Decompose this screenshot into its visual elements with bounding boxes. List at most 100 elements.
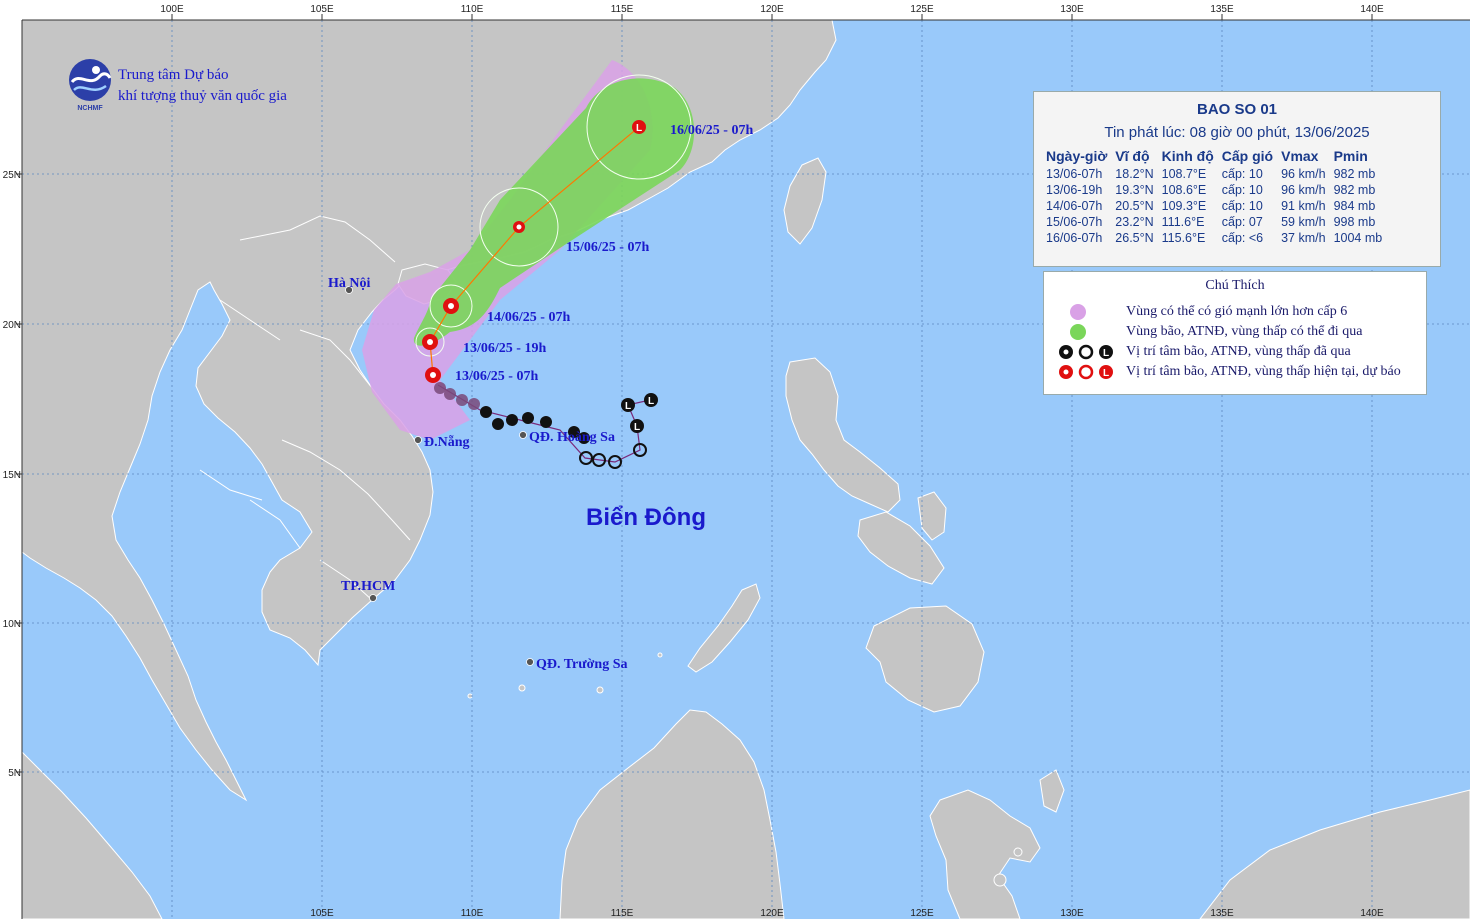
low-icon-forecast-3	[513, 221, 525, 233]
lon-label-top: 140E	[1360, 4, 1384, 15]
left-frame	[0, 0, 22, 919]
lon-label-top: 100E	[160, 4, 184, 15]
table-cell: 19.3°N	[1115, 183, 1154, 197]
col-header: Ngày-giờ	[1046, 148, 1108, 164]
lat-label: 10N	[3, 619, 21, 630]
place-label-truongsa: QĐ. Trường Sa	[536, 657, 628, 672]
lon-label-bottom: 110E	[461, 908, 484, 919]
map-legend: Chú Thích Vùng có thể có gió mạnh lớn hơ…	[1043, 271, 1427, 395]
storm-icon-current	[425, 367, 441, 383]
table-cell: 16/06-07h	[1046, 231, 1103, 245]
forecast-table: Ngày-giờ Vĩ độ Kinh độ Cấp gió Vmax Pmin…	[1042, 148, 1386, 246]
storm-forecast-map: 100E 105E 110E 115E 120E 125E 130E 135E …	[0, 0, 1470, 919]
lon-label-top: 110E	[461, 4, 484, 15]
place-label-danang: Đ.Nẵng	[424, 434, 470, 450]
svg-text:L: L	[1103, 368, 1109, 379]
table-cell: 59 km/h	[1281, 215, 1326, 229]
legend-item-risk-zone: Vùng có thể có gió mạnh lớn hơn cấp 6	[1056, 302, 1426, 322]
table-cell: 96 km/h	[1281, 167, 1326, 181]
table-cell: 984 mb	[1333, 199, 1376, 213]
table-cell: cấp: <6	[1221, 231, 1264, 245]
past-storm-icon	[480, 406, 492, 418]
lon-label-top: 135E	[1210, 4, 1234, 15]
storm-bulletin-panel: BAO SO 01 Tin phát lúc: 08 giờ 00 phút, …	[1033, 91, 1441, 267]
table-cell: 108.6°E	[1161, 183, 1207, 197]
table-cell: 15/06-07h	[1046, 215, 1103, 229]
table-cell: 115.6°E	[1161, 231, 1206, 245]
place-label-hcm: TP.HCM	[341, 579, 395, 594]
svg-text:L: L	[648, 396, 654, 407]
agency-name-line2: khí tượng thuỷ văn quốc gia	[118, 88, 287, 104]
forecast-label: 16/06/25 - 07h	[670, 123, 753, 138]
lon-label-bottom: 130E	[1060, 908, 1084, 919]
col-header: Vĩ độ	[1115, 148, 1150, 164]
agency-header: NCHMF Trung tâm Dự báo khí tượng thuỷ vă…	[66, 58, 366, 116]
lon-label-bottom: 140E	[1360, 908, 1384, 919]
lat-label: 20N	[3, 320, 21, 331]
lon-label-bottom: 125E	[910, 908, 934, 919]
legend-item-storm-zone: Vùng bão, ATNĐ, vùng thấp có thể đi qua	[1056, 322, 1426, 342]
forecast-label: 13/06/25 - 07h	[455, 369, 538, 384]
lon-label-bottom: 115E	[611, 908, 634, 919]
table-cell: 998 mb	[1333, 215, 1376, 229]
small-island	[993, 873, 1007, 887]
legend-item-forecast-positions: L Vị trí tâm bão, ATNĐ, vùng thấp hiện t…	[1056, 362, 1426, 382]
table-row: 16/06-07h 26.5°N 115.6°E cấp: <6 37 km/h…	[1042, 230, 1386, 246]
col-header: Kinh độ	[1161, 148, 1214, 164]
lon-label-top: 120E	[760, 4, 784, 15]
table-cell: cấp: 10	[1221, 199, 1263, 213]
svg-text:L: L	[1103, 348, 1109, 359]
table-cell: 982 mb	[1333, 167, 1376, 181]
table-cell: 982 mb	[1333, 183, 1376, 197]
table-cell: 26.5°N	[1115, 231, 1154, 245]
col-header: Vmax	[1281, 148, 1319, 164]
legend-item-past-positions: L Vị trí tâm bão, ATNĐ, vùng thấp đã qua	[1056, 342, 1426, 362]
forecast-positions-icon: L	[1059, 364, 1113, 380]
table-row: 13/06-07h 18.2°N 108.7°E cấp: 10 96 km/h…	[1042, 166, 1386, 182]
past-positions-icon: L	[1059, 344, 1113, 360]
nchmf-logo: NCHMF	[69, 59, 112, 112]
forecast-label: 14/06/25 - 07h	[487, 310, 570, 325]
table-cell: 108.7°E	[1161, 167, 1207, 181]
past-storm-icon	[492, 418, 504, 430]
legend-text: Vùng có thể có gió mạnh lớn hơn cấp 6	[1126, 304, 1348, 319]
svg-text:L: L	[625, 401, 631, 412]
bulletin-issue-time: Tin phát lúc: 08 giờ 00 phút, 13/06/2025	[1104, 124, 1370, 141]
table-row: 13/06-19h 19.3°N 108.6°E cấp: 10 96 km/h…	[1042, 182, 1386, 198]
top-frame	[0, 0, 1470, 20]
lon-label-top: 105E	[310, 4, 334, 15]
risk-zone-swatch-icon	[1070, 304, 1086, 320]
col-header: Cấp gió	[1221, 148, 1274, 164]
table-cell: 23.2°N	[1115, 215, 1154, 229]
sea-label: Biển Đông	[586, 504, 706, 531]
bulletin-title: BAO SO 01	[1196, 101, 1278, 118]
lat-label: 5N	[8, 768, 21, 779]
table-cell: cấp: 10	[1221, 167, 1263, 181]
forecast-label: 15/06/25 - 07h	[566, 240, 649, 255]
past-storm-icon	[540, 416, 552, 428]
low-icon-forecast-4: L	[632, 120, 646, 134]
legend-text: Vị trí tâm bão, ATNĐ, vùng thấp hiện tại…	[1126, 364, 1401, 379]
small-island	[596, 686, 604, 694]
place-label-hanoi: Hà Nội	[328, 276, 371, 291]
forecast-table-header: Ngày-giờ Vĩ độ Kinh độ Cấp gió Vmax Pmin	[1042, 148, 1386, 166]
table-cell: 13/06-19h	[1046, 183, 1103, 197]
table-cell: cấp: 10	[1221, 183, 1263, 197]
table-cell: 14/06-07h	[1046, 199, 1103, 213]
agency-name-line1: Trung tâm Dự báo	[118, 67, 229, 83]
table-cell: 18.2°N	[1115, 167, 1154, 181]
small-island	[467, 693, 473, 699]
col-header: Pmin	[1333, 148, 1368, 164]
storm-icon-forecast-1	[422, 334, 438, 350]
lon-label-bottom: 120E	[760, 908, 784, 919]
lon-label-top: 125E	[910, 4, 934, 15]
past-storm-icon	[506, 414, 518, 426]
table-cell: 109.3°E	[1161, 199, 1207, 213]
table-cell: 37 km/h	[1281, 231, 1326, 245]
table-row: 15/06-07h 23.2°N 111.6°E cấp: 07 59 km/h…	[1042, 214, 1386, 230]
table-cell: 96 km/h	[1281, 183, 1326, 197]
table-cell: 13/06-07h	[1046, 167, 1103, 181]
forecast-label: 13/06/25 - 19h	[463, 341, 546, 356]
small-island	[1013, 847, 1023, 857]
table-row: 14/06-07h 20.5°N 109.3°E cấp: 10 91 km/h…	[1042, 198, 1386, 214]
